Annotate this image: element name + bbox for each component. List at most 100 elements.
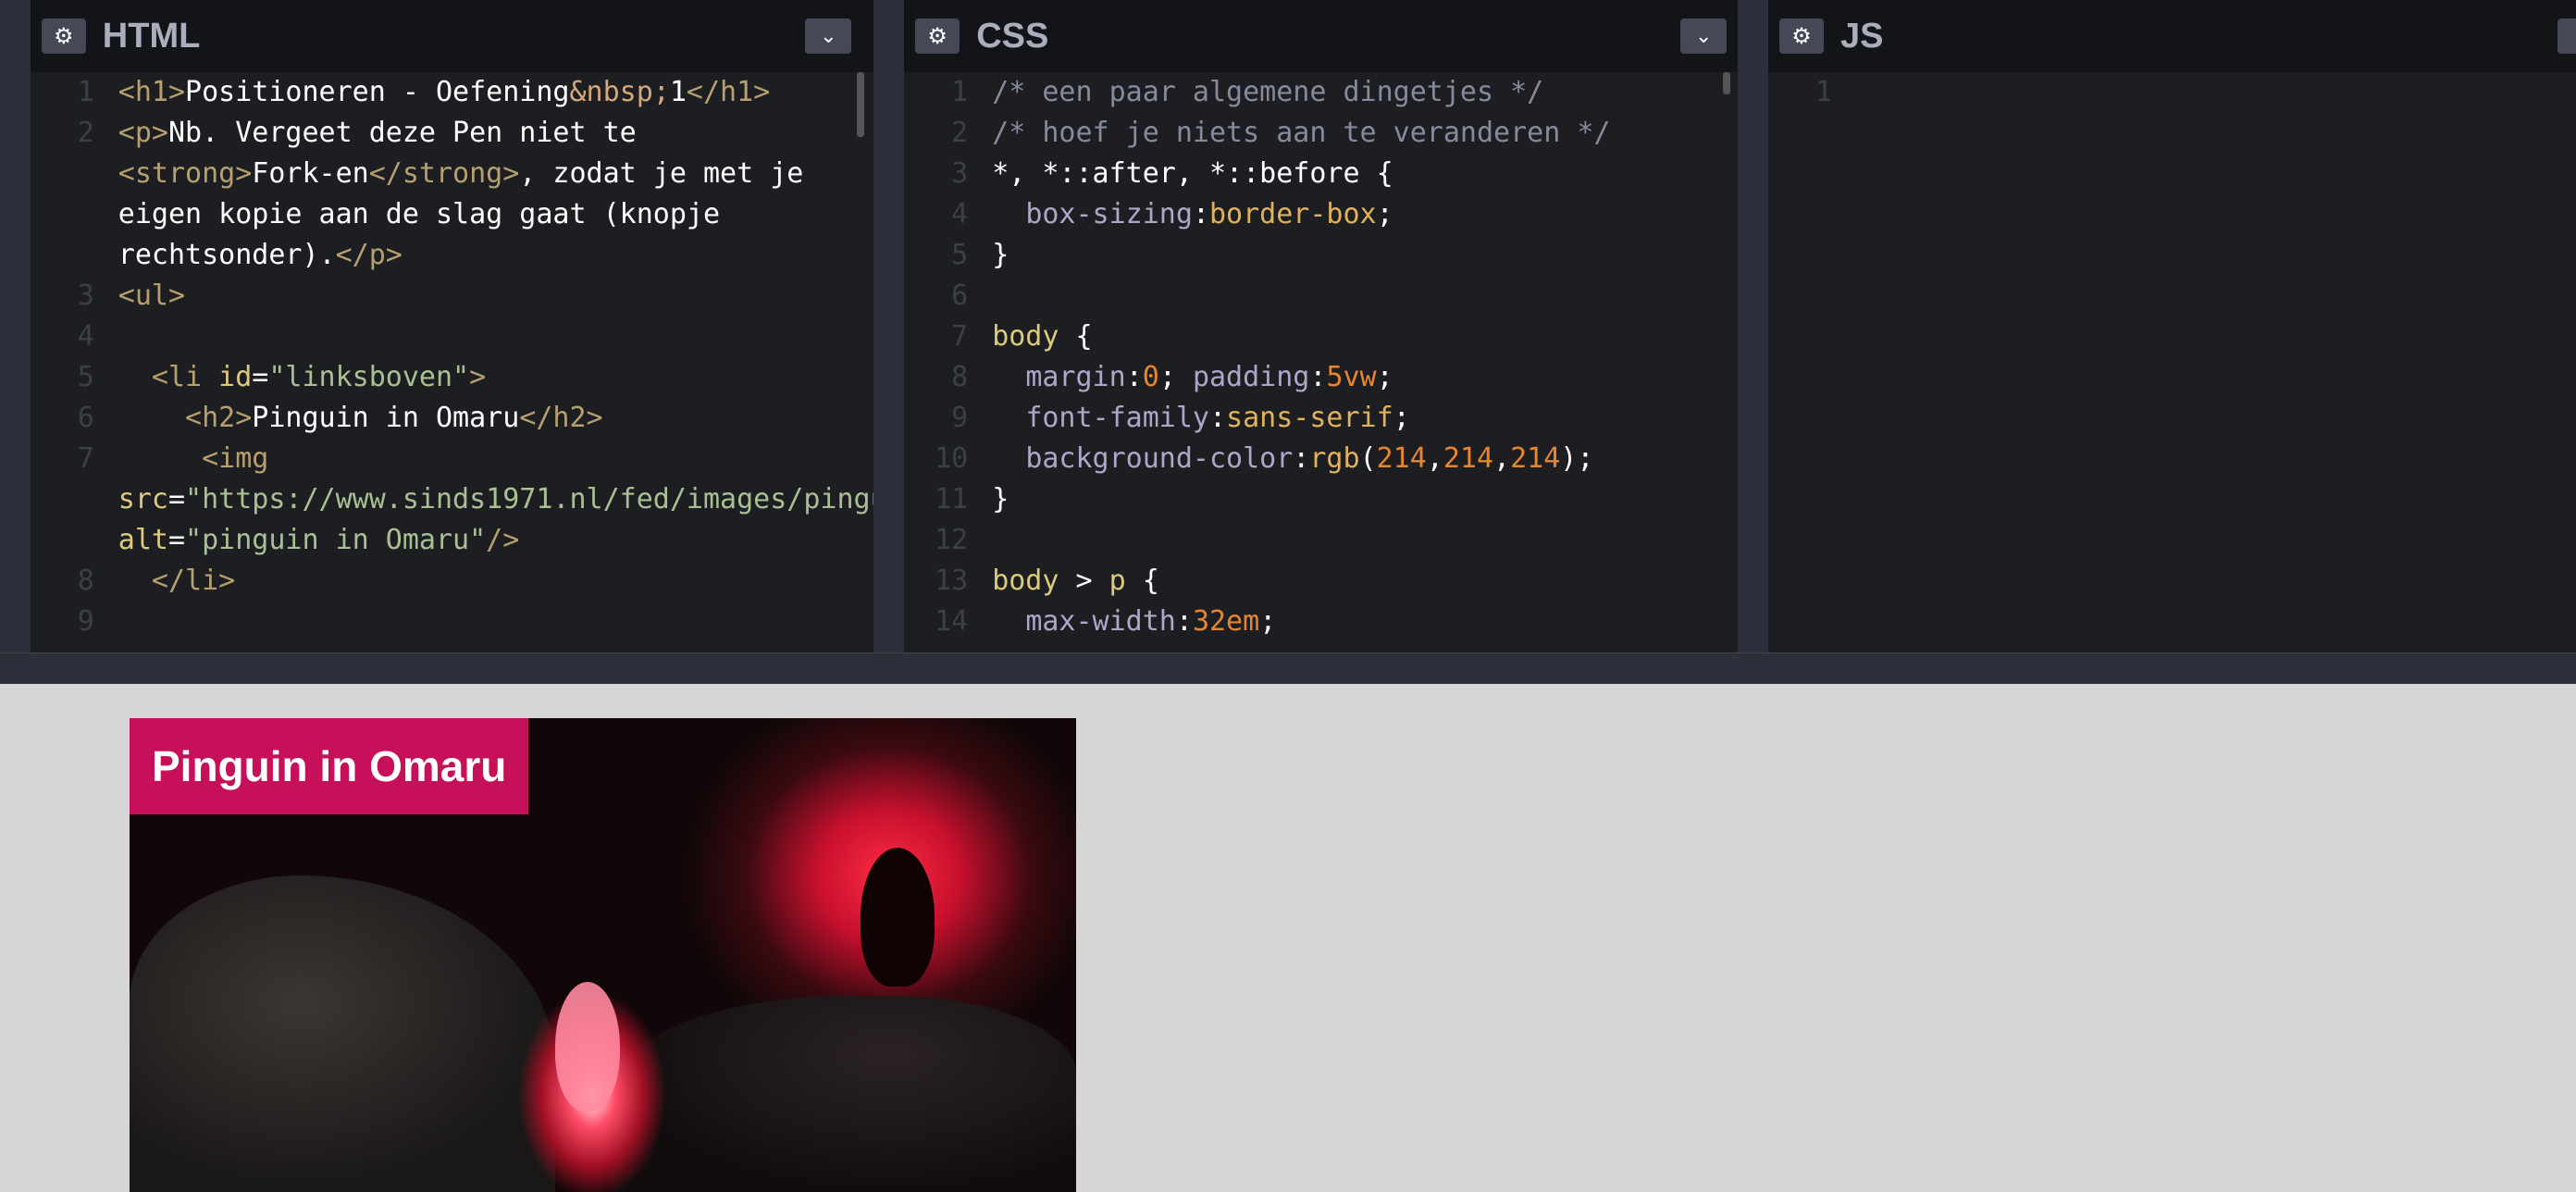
line-number: 3 bbox=[951, 157, 969, 190]
code-token: </strong> bbox=[368, 157, 520, 190]
code-token: <img bbox=[202, 442, 269, 475]
splitter[interactable] bbox=[1738, 0, 1768, 652]
code-text: <img src="https://www.sinds1971.nl/fed/i… bbox=[118, 439, 874, 561]
code-line[interactable]: 2 /* hoef je niets aan te veranderen */ bbox=[904, 113, 1738, 154]
code-token: </li> bbox=[151, 565, 236, 597]
code-line[interactable]: 5 <li id="linksboven"> bbox=[31, 357, 874, 398]
line-number: 12 bbox=[935, 524, 969, 556]
code-text: <li id="linksboven"> bbox=[118, 357, 822, 398]
line-number: 11 bbox=[935, 483, 969, 515]
code-text: font-family:sans-serif; bbox=[992, 398, 1738, 439]
code-line[interactable]: 14 max-width:32em; bbox=[904, 602, 1738, 642]
js-panel-header: ⚙ JS ⌄ bbox=[1767, 0, 2576, 72]
code-line[interactable]: 12 bbox=[904, 520, 1738, 561]
code-text: body > p { bbox=[992, 561, 1738, 602]
code-token: <h1> bbox=[118, 76, 186, 108]
code-token: ); bbox=[1560, 442, 1594, 475]
code-line[interactable]: 1 <h1>Positioneren - Oefening&nbsp;1</h1> bbox=[31, 72, 874, 113]
code-token: 214 bbox=[1443, 442, 1494, 475]
code-text: <p>Nb. Vergeet deze Pen niet te <strong>… bbox=[118, 113, 822, 276]
code-token: } bbox=[992, 239, 1009, 271]
code-token: <strong> bbox=[118, 157, 253, 190]
line-number: 9 bbox=[77, 605, 94, 638]
code-line[interactable]: 1 bbox=[1768, 72, 2576, 113]
code-token: ; bbox=[1393, 402, 1410, 434]
code-line[interactable]: 5} bbox=[904, 235, 1738, 276]
html-code-editor[interactable]: 1 <h1>Positioneren - Oefening&nbsp;1</h1>… bbox=[30, 72, 874, 652]
code-token: ; bbox=[1259, 605, 1277, 638]
code-line[interactable]: 4 box-sizing:border-box; bbox=[904, 194, 1738, 235]
code-line[interactable]: 7 <img src="https://www.sinds1971.nl/fed… bbox=[31, 439, 874, 561]
line-number: 6 bbox=[77, 402, 94, 434]
code-line[interactable]: 3 <ul> bbox=[31, 276, 874, 317]
code-token: "pinguin in Omaru" bbox=[185, 524, 487, 556]
code-token: 32em bbox=[1192, 605, 1260, 638]
gear-icon[interactable]: ⚙ bbox=[915, 19, 960, 54]
code-token: /> bbox=[486, 524, 520, 556]
line-number: 4 bbox=[77, 320, 94, 353]
code-line[interactable]: 6 <h2>Pinguin in Omaru</h2> bbox=[31, 398, 874, 439]
code-line[interactable]: 8 margin:0; padding:5vw; bbox=[904, 357, 1738, 398]
code-line[interactable]: 2 <p>Nb. Vergeet deze Pen niet te <strong… bbox=[31, 113, 874, 276]
code-token: ( bbox=[1359, 442, 1377, 475]
code-line[interactable]: 9 font-family:sans-serif; bbox=[904, 398, 1738, 439]
code-line[interactable]: 11} bbox=[904, 479, 1738, 520]
code-line[interactable]: 10 background-color:rgb(214,214,214); bbox=[904, 439, 1738, 479]
line-number: 8 bbox=[77, 565, 94, 597]
code-line[interactable]: 13 body > p { bbox=[904, 561, 1738, 602]
scrollbar[interactable] bbox=[857, 72, 865, 137]
code-token: { bbox=[1125, 565, 1159, 597]
preview-resize-handle[interactable] bbox=[0, 652, 2576, 684]
code-token: : bbox=[1175, 605, 1193, 638]
css-code-editor[interactable]: 1 /* een paar algemene dingetjes */ 2 /* ho… bbox=[904, 72, 1739, 652]
line-number: 8 bbox=[951, 361, 969, 393]
code-token: { bbox=[1059, 320, 1093, 353]
code-token: id bbox=[218, 361, 253, 393]
code-token: 5vw bbox=[1326, 361, 1377, 393]
code-token: max-width bbox=[1025, 605, 1176, 638]
code-text: } bbox=[992, 235, 1738, 276]
chevron-down-icon[interactable]: ⌄ bbox=[2557, 19, 2576, 54]
code-line[interactable]: 9 bbox=[31, 602, 874, 642]
code-token: : bbox=[1309, 361, 1327, 393]
code-line[interactable]: 8 </li> bbox=[31, 561, 874, 602]
code-token: <li bbox=[151, 361, 219, 393]
code-line[interactable]: 1 /* een paar algemene dingetjes */ bbox=[904, 72, 1738, 113]
html-panel: ⚙ HTML ⌄ 1 <h1>Positioneren - Oefening&nb… bbox=[30, 0, 874, 652]
splitter[interactable] bbox=[873, 0, 905, 652]
js-code-editor[interactable]: 1 bbox=[1767, 72, 2576, 652]
code-line[interactable]: 6 bbox=[904, 276, 1738, 317]
code-line[interactable]: 7 body { bbox=[904, 317, 1738, 357]
chevron-down-icon[interactable]: ⌄ bbox=[805, 19, 852, 54]
code-text: box-sizing:border-box; bbox=[992, 194, 1738, 235]
code-token: : bbox=[1209, 402, 1227, 434]
code-token: ; bbox=[1376, 198, 1393, 230]
code-token: ; bbox=[1158, 361, 1193, 393]
code-text: background-color:rgb(214,214,214); bbox=[992, 439, 1738, 479]
code-token: > bbox=[469, 361, 487, 393]
code-token: padding bbox=[1192, 361, 1310, 393]
code-line[interactable]: 4 bbox=[31, 317, 874, 357]
code-text: /* een paar algemene dingetjes */ bbox=[992, 72, 1738, 113]
code-token: "https://www.sinds1971.nl/fed/images/pin… bbox=[185, 483, 873, 515]
gear-icon[interactable]: ⚙ bbox=[41, 19, 86, 54]
gear-icon[interactable]: ⚙ bbox=[1778, 19, 1824, 54]
code-token: = bbox=[167, 524, 186, 556]
code-token: margin bbox=[1025, 361, 1126, 393]
panel-title: HTML bbox=[102, 16, 201, 56]
code-token: = bbox=[167, 483, 186, 515]
scrollbar[interactable] bbox=[1723, 72, 1731, 94]
line-number: 14 bbox=[935, 605, 969, 638]
chevron-down-icon[interactable]: ⌄ bbox=[1680, 19, 1728, 54]
html-panel-header: ⚙ HTML ⌄ bbox=[30, 0, 874, 72]
code-token: 1 bbox=[669, 76, 687, 108]
code-line[interactable]: 3 *, *::after, *::before { bbox=[904, 154, 1738, 194]
line-number: 13 bbox=[935, 565, 969, 597]
line-number: 5 bbox=[951, 239, 969, 271]
line-number: 2 bbox=[77, 117, 94, 149]
